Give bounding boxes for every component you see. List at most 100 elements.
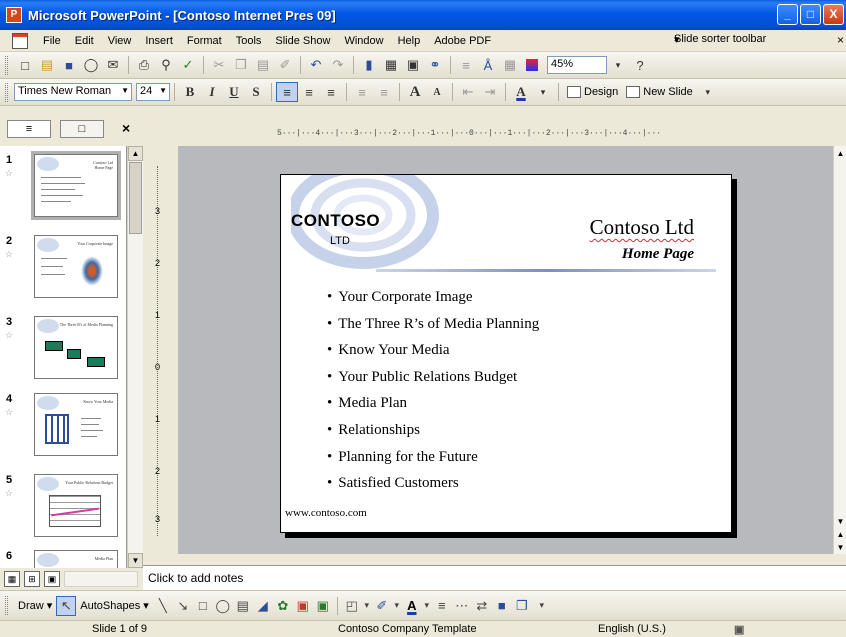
paste-icon[interactable]: ▤ [252, 55, 274, 75]
slide-canvas[interactable]: CONTOSO LTD Contoso Ltd Home Page Your C… [280, 174, 732, 533]
minimize-button[interactable]: _ [777, 4, 798, 25]
dash-style-icon[interactable]: ⋯ [452, 596, 472, 616]
notes-pane[interactable]: Click to add notes [143, 565, 846, 590]
previous-slide-icon[interactable]: ▲ [834, 528, 846, 541]
scroll-down-icon[interactable]: ▼ [128, 553, 143, 568]
menu-insert[interactable]: Insert [138, 35, 180, 47]
insert-hyperlink-icon[interactable]: ⚭ [424, 55, 446, 75]
slide-thumbnail-row[interactable]: 3 ☆ The Three R's of Media Planning [0, 316, 126, 392]
tab-outline[interactable]: ≡ [7, 120, 51, 138]
font-size-select[interactable]: 24 ▼ [136, 83, 170, 101]
menu-format[interactable]: Format [180, 35, 229, 47]
new-icon[interactable]: □ [14, 55, 36, 75]
font-name-select[interactable]: Times New Roman ▼ [14, 83, 132, 101]
chevron-down-icon[interactable]: ▾ [392, 596, 402, 616]
footer-url[interactable]: www.contoso.com [285, 507, 367, 519]
redo-icon[interactable]: ↷ [327, 55, 349, 75]
close-window-button[interactable]: X [823, 4, 844, 25]
menu-adobe-pdf[interactable]: Adobe PDF [427, 35, 498, 47]
toolbar-options-icon[interactable]: ▾ [532, 596, 552, 616]
slide-thumbnail-row[interactable]: 2 ☆ Your Corporate Image [0, 235, 126, 311]
oval-icon[interactable]: ◯ [213, 596, 233, 616]
email-icon[interactable]: ✉ [102, 55, 124, 75]
zoom-select[interactable]: 45% [547, 56, 607, 74]
chevron-down-icon[interactable]: ▾ [532, 82, 554, 102]
maximize-button[interactable]: □ [800, 4, 821, 25]
italic-button[interactable]: I [201, 82, 223, 102]
next-slide-icon[interactable]: ▼ [834, 541, 846, 554]
document-icon[interactable] [12, 32, 28, 49]
slide-sorter-view-icon[interactable]: ⊞ [24, 571, 40, 587]
fill-color-icon[interactable]: ◰ [342, 596, 362, 616]
slide-thumbnail[interactable]: The Three R's of Media Planning [34, 316, 118, 379]
normal-view-icon[interactable]: ▦ [4, 571, 20, 587]
text-box-icon[interactable]: ▤ [233, 596, 253, 616]
toolbar-grip[interactable] [5, 596, 8, 615]
clip-art-icon[interactable]: ▣ [293, 596, 313, 616]
open-icon[interactable]: ▤ [36, 55, 58, 75]
shadow-style-icon[interactable]: ■ [492, 596, 512, 616]
bold-button[interactable]: B [179, 82, 201, 102]
language-status[interactable]: English (U.S.) [598, 623, 666, 635]
slide-thumbnail[interactable]: Media Plan [34, 550, 118, 568]
design-button[interactable]: Design [563, 86, 622, 98]
menu-window[interactable]: Window [337, 35, 390, 47]
align-left-icon[interactable]: ≡ [276, 82, 298, 102]
format-painter-icon[interactable]: ✐ [274, 55, 296, 75]
insert-table-icon[interactable]: ▦ [380, 55, 402, 75]
color-grayscale-icon[interactable] [521, 55, 543, 75]
slide-show-view-icon[interactable]: ▣ [44, 571, 60, 587]
thumbnails-scrollbar[interactable]: ▲ ▼ [127, 146, 143, 568]
show-grid-icon[interactable]: ▦ [499, 55, 521, 75]
wordart-icon[interactable]: ◢ [253, 596, 273, 616]
chevron-down-icon[interactable]: ▾ [362, 596, 372, 616]
autoshapes-button[interactable]: AutoShapes ▾ [76, 599, 153, 612]
close-pane-icon[interactable]: × [122, 120, 130, 136]
insert-picture-icon[interactable]: ▣ [313, 596, 333, 616]
line-color-icon[interactable]: ✐ [372, 596, 392, 616]
expand-all-icon[interactable]: ≡ [455, 55, 477, 75]
slide-scrollbar[interactable]: ▲ ▼ ▲ ▼ [833, 146, 846, 554]
slide-thumbnail-row[interactable]: 4 ☆ Know Your Media [0, 393, 126, 469]
undo-icon[interactable]: ↶ [305, 55, 327, 75]
spelling-icon[interactable]: ✓ [177, 55, 199, 75]
horizontal-scrollbar[interactable] [64, 571, 138, 587]
slide-subtitle[interactable]: Home Page [622, 246, 694, 263]
insert-chart-icon[interactable]: ▮ [358, 55, 380, 75]
toolbar-grip[interactable] [5, 55, 8, 75]
select-objects-icon[interactable]: ↖ [56, 595, 77, 616]
help-icon[interactable]: ? [629, 55, 651, 75]
close-document-icon[interactable]: × [837, 33, 844, 47]
shadow-button[interactable]: S [245, 82, 267, 102]
print-icon[interactable]: ⎙ [133, 55, 155, 75]
increase-font-size-button[interactable]: A [404, 82, 426, 102]
draw-menu-button[interactable]: Draw ▾ [14, 599, 56, 612]
scroll-up-icon[interactable]: ▲ [128, 146, 143, 161]
decrease-indent-icon[interactable]: ⇤ [457, 82, 479, 102]
tables-borders-icon[interactable]: ▣ [402, 55, 424, 75]
menu-slide-show[interactable]: Slide Show [268, 35, 337, 47]
print-preview-icon[interactable]: ⚲ [155, 55, 177, 75]
menu-view[interactable]: View [101, 35, 139, 47]
toolbar-selector[interactable]: Slide sorter toolbar ▾ [672, 33, 832, 49]
tab-slides[interactable]: □ [60, 120, 104, 138]
underline-button[interactable]: U [223, 82, 245, 102]
cut-icon[interactable]: ✂ [208, 55, 230, 75]
chevron-down-icon[interactable]: ▾ [422, 596, 432, 616]
slide-thumbnail[interactable]: Know Your Media [34, 393, 118, 456]
toolbar-grip[interactable] [5, 82, 8, 102]
chevron-down-icon[interactable]: ▾ [607, 55, 629, 75]
align-center-icon[interactable]: ≡ [298, 82, 320, 102]
slide-thumbnail[interactable]: Your Public Relations Budget [34, 474, 118, 537]
spelling-status-icon[interactable]: ▣ [734, 623, 744, 636]
bullets-icon[interactable]: ≡ [373, 82, 395, 102]
slide-thumbnail-row[interactable]: 6 Media Plan [0, 550, 126, 568]
menu-tools[interactable]: Tools [229, 35, 269, 47]
arrow-icon[interactable]: ↘ [173, 596, 193, 616]
font-color-button[interactable]: A [510, 82, 532, 102]
scroll-thumb[interactable] [129, 162, 142, 234]
slide-thumbnail-row[interactable]: 5 ☆ Your Public Relations Budget [0, 474, 126, 550]
menu-file[interactable]: File [36, 35, 68, 47]
slide-thumbnail-row[interactable]: 1 ☆ Contoso Ltd Home Page [0, 151, 126, 230]
save-icon[interactable]: ■ [58, 55, 80, 75]
